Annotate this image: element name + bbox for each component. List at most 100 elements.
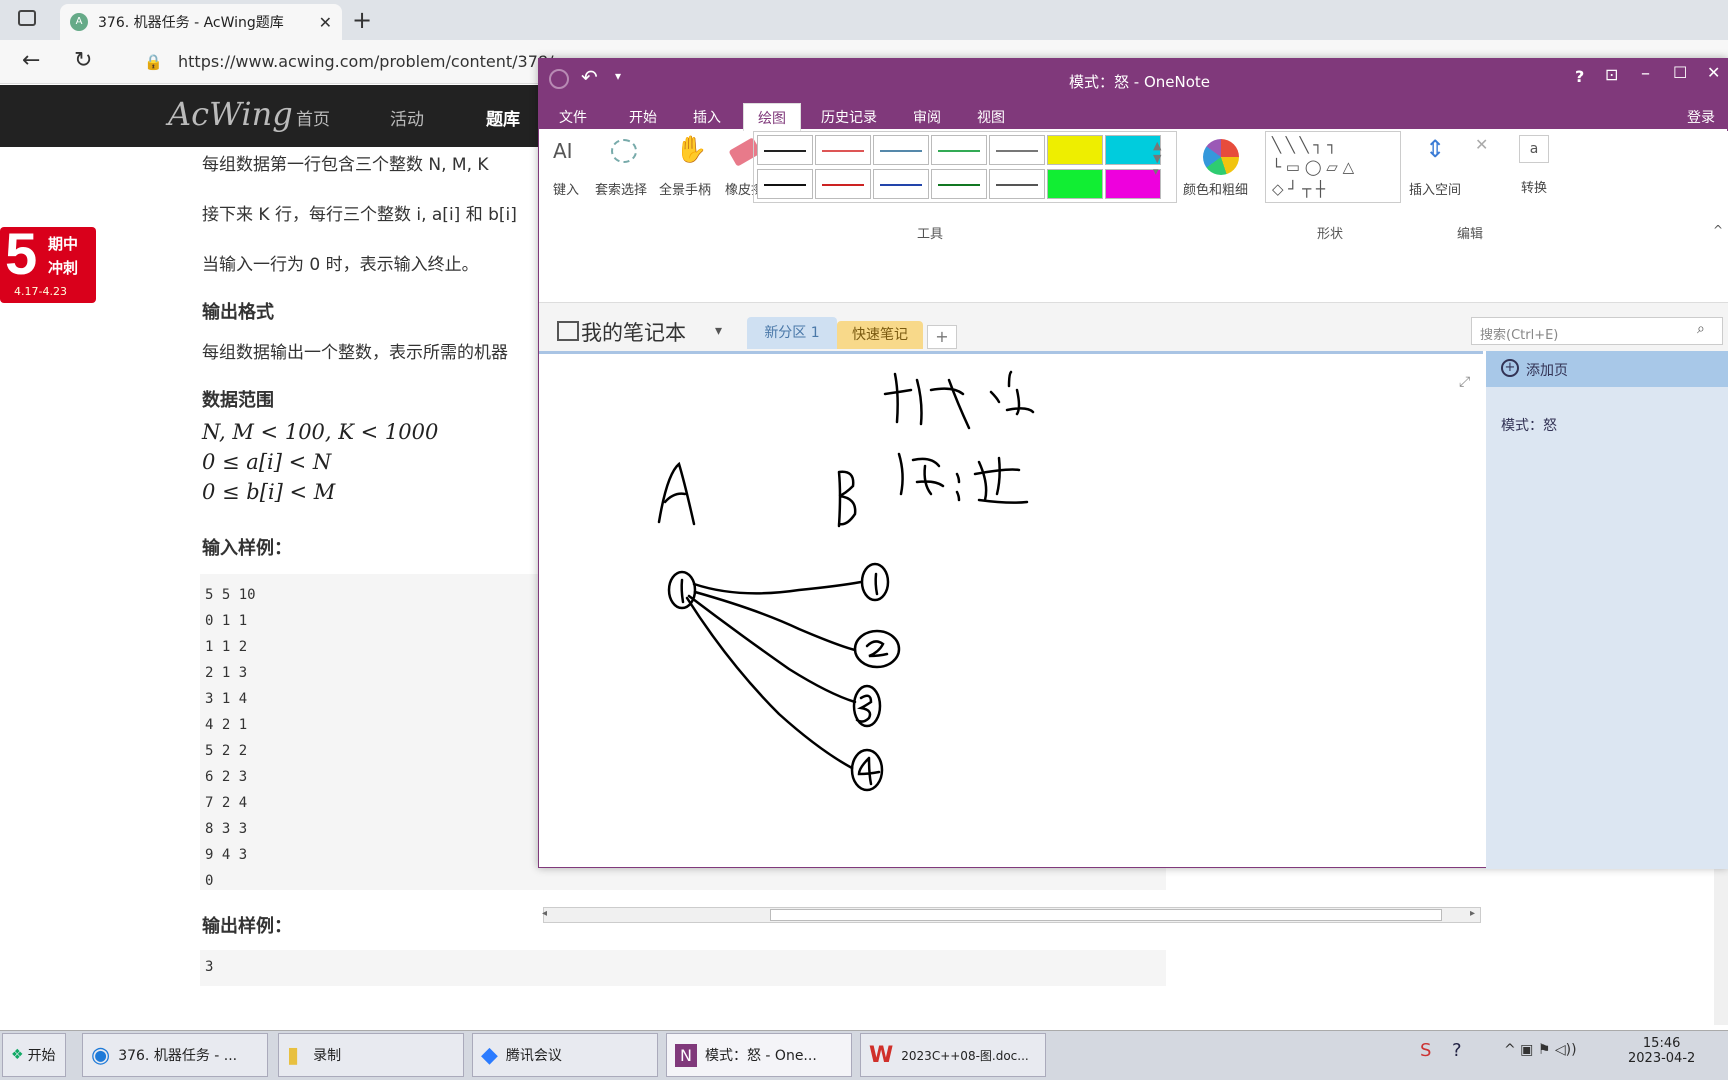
- add-section-button[interactable]: +: [927, 325, 957, 349]
- color-thickness-label[interactable]: 颜色和粗细: [1183, 179, 1248, 198]
- new-tab-button[interactable]: +: [352, 6, 372, 34]
- add-page-icon[interactable]: +: [1501, 359, 1519, 377]
- notebook-name[interactable]: 我的笔记本: [581, 317, 686, 347]
- tool-type-label[interactable]: 键入: [553, 179, 579, 198]
- tab-history[interactable]: 历史记录: [821, 107, 877, 127]
- lasso-icon[interactable]: [611, 139, 637, 163]
- tray-help-icon[interactable]: ?: [1452, 1040, 1462, 1061]
- maximize-icon[interactable]: ☐: [1673, 63, 1687, 82]
- windows-logo-icon: ❖: [11, 1047, 24, 1063]
- pen-swatch[interactable]: [757, 169, 813, 199]
- search-input[interactable]: 搜索(Ctrl+E): [1471, 317, 1723, 345]
- taskbar-clock[interactable]: 15:46 2023-04-2: [1628, 1036, 1695, 1066]
- taskbar-item-onenote[interactable]: N 模式：怒 - One...: [666, 1033, 852, 1077]
- tab-actions-icon[interactable]: [18, 10, 36, 26]
- lock-icon[interactable]: 🔒: [144, 53, 163, 71]
- tab-draw[interactable]: 绘图: [743, 103, 801, 132]
- group-shapes-label: 形状: [1317, 227, 1344, 242]
- page-item[interactable]: 模式：怒: [1501, 415, 1557, 435]
- acwing-logo[interactable]: AcWing: [168, 95, 293, 133]
- reload-icon[interactable]: ↻: [74, 48, 92, 73]
- tray-icons[interactable]: ^ ▣ ⚑ ◁)): [1504, 1042, 1577, 1058]
- insert-space-label[interactable]: 插入空间: [1409, 179, 1461, 198]
- range-line3: 0 ≤ b[i] < M: [202, 480, 336, 504]
- output-sample-box: [200, 950, 1166, 986]
- search-icon[interactable]: ⌕: [1697, 321, 1705, 337]
- taskbar-item-tencent-meeting[interactable]: ◆ 腾讯会议: [472, 1033, 658, 1077]
- scroll-left-icon[interactable]: ◂: [542, 908, 547, 919]
- ink-edge-4: [685, 596, 854, 770]
- pen-swatch[interactable]: [989, 169, 1045, 199]
- pen-swatch[interactable]: [757, 135, 813, 165]
- pen-swatch[interactable]: [931, 169, 987, 199]
- pen-swatch[interactable]: [931, 135, 987, 165]
- taskbar-item-wps[interactable]: W 2023C++08-图.doc...: [860, 1033, 1046, 1077]
- promo-badge[interactable]: 5 期中 冲刺 4.17-4.23: [0, 222, 96, 303]
- collapse-ribbon-icon[interactable]: ^: [1713, 223, 1723, 237]
- help-icon[interactable]: ?: [1575, 67, 1584, 86]
- ink-edge-3: [687, 594, 857, 704]
- login-link[interactable]: 登录: [1687, 107, 1715, 127]
- pen-swatch[interactable]: [873, 169, 929, 199]
- range-line1: N, M < 100, K < 1000: [202, 420, 439, 444]
- taskbar-item-browser[interactable]: ◉ 376. 机器任务 - ...: [82, 1033, 268, 1077]
- onenote-back-icon[interactable]: [549, 69, 569, 89]
- fullscreen-icon[interactable]: ⊡: [1605, 65, 1618, 84]
- scroll-thumb[interactable]: [770, 909, 1442, 921]
- input-sample-line: 0 1 1: [205, 613, 248, 629]
- pen-swatch[interactable]: [873, 135, 929, 165]
- pen-swatch[interactable]: [1047, 169, 1103, 199]
- color-wheel-icon[interactable]: [1203, 139, 1239, 175]
- pen-swatch[interactable]: [989, 135, 1045, 165]
- tab-review[interactable]: 审阅: [913, 107, 941, 127]
- start-button[interactable]: ❖ 开始: [2, 1033, 66, 1077]
- convert-label[interactable]: 转换: [1521, 177, 1547, 196]
- tab-file[interactable]: 文件: [559, 107, 587, 127]
- nav-problems[interactable]: 题库: [486, 105, 520, 130]
- section-tab-quicknotes[interactable]: 快速笔记: [837, 321, 923, 349]
- scroll-right-icon[interactable]: ▸: [1470, 908, 1475, 919]
- input-sample-lines: 5 5 10 0 1 1 1 1 2 2 1 3 3 1 4 4 2 1 5 2 2 6 2 …: [205, 582, 256, 894]
- pen-swatch[interactable]: [1047, 135, 1103, 165]
- notebook-icon[interactable]: [557, 321, 579, 341]
- tray-sogou-icon[interactable]: S: [1420, 1040, 1431, 1061]
- undo-icon[interactable]: ↶: [581, 65, 598, 89]
- quick-access-icon[interactable]: ▾: [615, 69, 621, 83]
- close-window-icon[interactable]: ✕: [1707, 63, 1720, 82]
- pan-hand-icon[interactable]: ✋: [675, 135, 707, 165]
- canvas-horizontal-scrollbar[interactable]: ◂ ▸: [542, 907, 1481, 923]
- url-field[interactable]: https://www.acwing.com/problem/content/3…: [178, 52, 553, 71]
- add-page-button[interactable]: 添加页: [1486, 351, 1728, 387]
- nav-home[interactable]: 首页: [296, 105, 330, 130]
- input-sample-line: 5 2 2: [205, 743, 248, 759]
- back-icon[interactable]: ←: [22, 48, 40, 73]
- minimize-icon[interactable]: –: [1641, 63, 1650, 84]
- note-canvas[interactable]: ⤢: [539, 351, 1483, 859]
- delete-icon[interactable]: ✕: [1475, 135, 1488, 154]
- pen-swatch[interactable]: [815, 135, 871, 165]
- ink-drawing[interactable]: [539, 354, 1479, 859]
- type-icon[interactable]: AI: [553, 139, 573, 163]
- browser-tab[interactable]: A 376. 机器任务 - AcWing题库 ✕: [60, 4, 342, 40]
- notebook-dropdown-icon[interactable]: ▾: [715, 323, 722, 339]
- convert-icon[interactable]: a: [1519, 135, 1549, 163]
- tab-home[interactable]: 开始: [629, 107, 657, 127]
- gallery-scroll-icon[interactable]: ▲ ▼ ▾: [1153, 139, 1161, 178]
- ink-letter-b: [837, 470, 857, 528]
- pen-swatch[interactable]: [815, 169, 871, 199]
- taskbar-item-label: 录制: [313, 1048, 342, 1064]
- onenote-window: ↶ ▾ 模式：怒 - OneNote ? ⊡ – ☐ ✕ 文件 开始 插入 绘图…: [538, 58, 1728, 923]
- section-tab-1[interactable]: 新分区 1: [747, 317, 837, 349]
- taskbar-item-label: 376. 机器任务 - ...: [118, 1048, 238, 1064]
- ink-edge-2: [693, 590, 857, 652]
- tab-insert[interactable]: 插入: [693, 107, 721, 127]
- tab-view[interactable]: 视图: [977, 107, 1005, 127]
- close-tab-icon[interactable]: ✕: [319, 13, 332, 32]
- insert-space-icon[interactable]: ⇕: [1425, 135, 1445, 163]
- tool-lasso-label[interactable]: 套索选择: [595, 179, 647, 198]
- taskbar-item-recording[interactable]: ▮ 录制: [278, 1033, 464, 1077]
- nav-activity[interactable]: 活动: [390, 105, 424, 130]
- promo-dates: 4.17-4.23: [14, 285, 67, 298]
- tool-pan-label[interactable]: 全景手柄: [659, 179, 711, 198]
- shapes-gallery[interactable]: ╲ ╲ ╲ ┐ ┐ └ ▭ ◯ ▱ △ ◇ ┘ ┬ ┼: [1265, 131, 1401, 203]
